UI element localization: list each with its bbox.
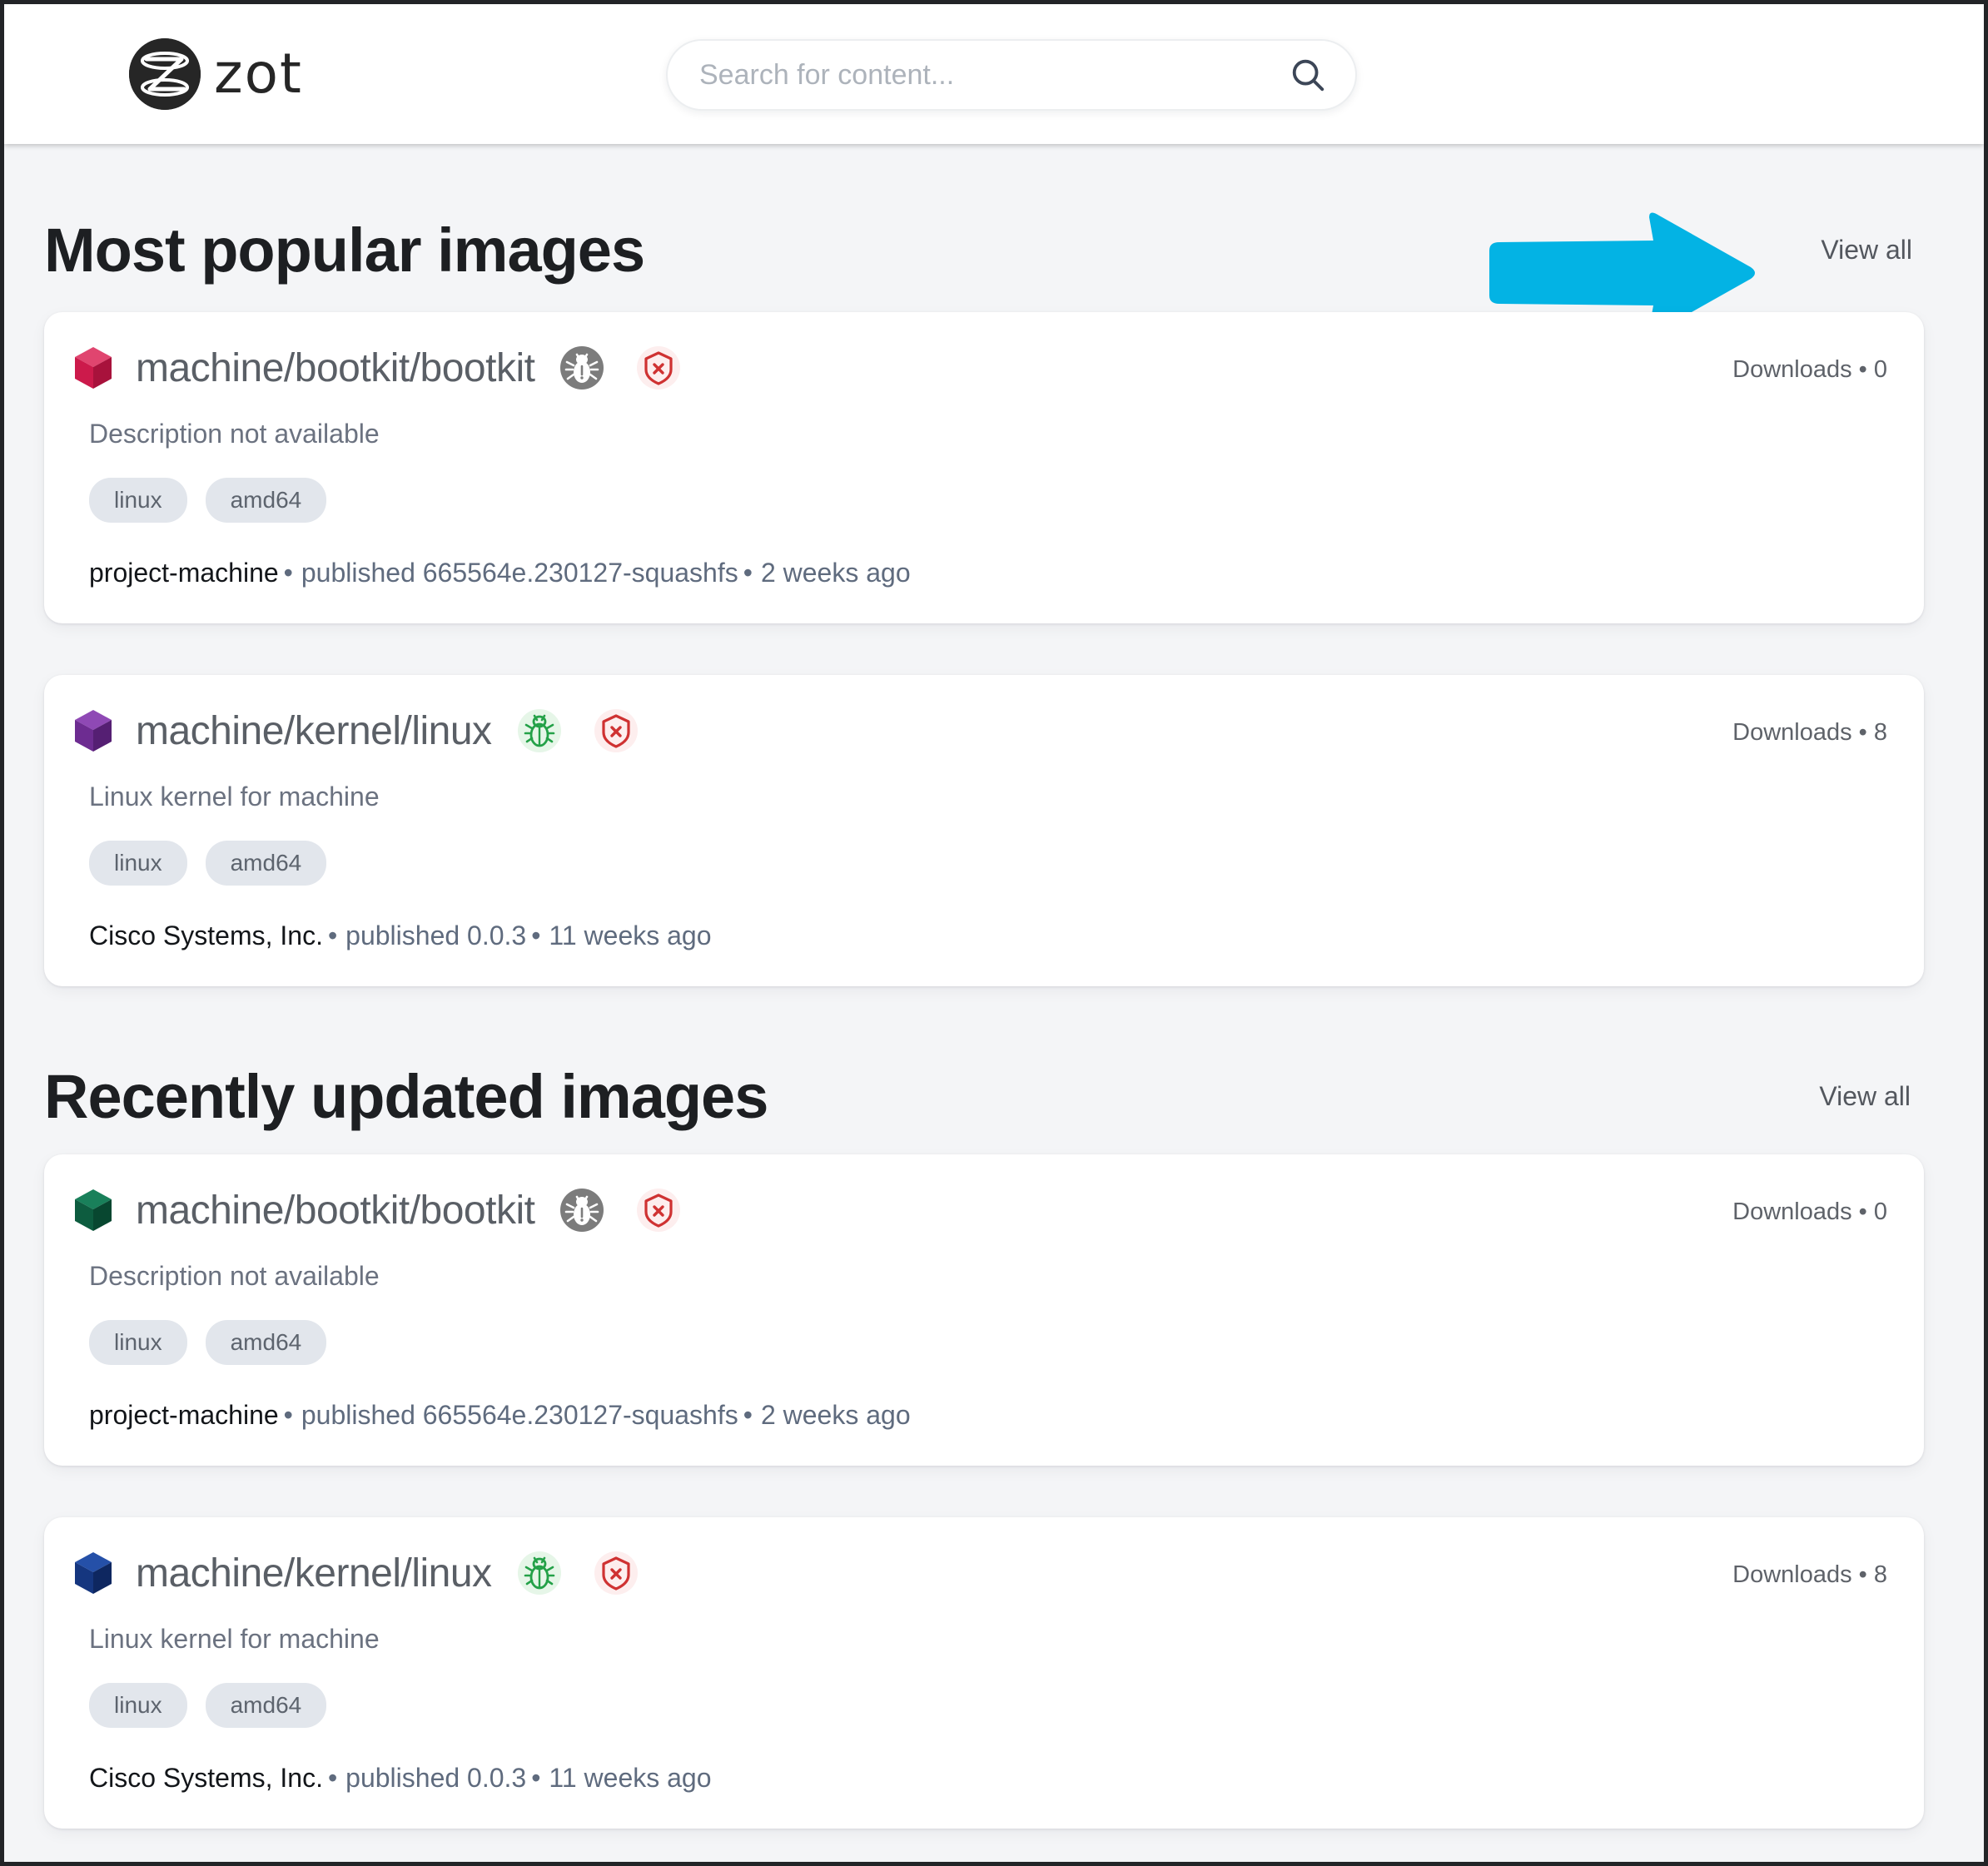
vendor-name: Cisco Systems, Inc. bbox=[89, 1763, 323, 1793]
image-description: Linux kernel for machine bbox=[89, 782, 380, 811]
downloads-count: Downloads • 8 bbox=[1732, 718, 1887, 746]
view-all-link-most-popular[interactable]: View all bbox=[1821, 235, 1924, 266]
repo-name-link[interactable]: machine/kernel/linux bbox=[136, 708, 492, 754]
tag-os[interactable]: linux bbox=[89, 841, 187, 886]
cube-icon bbox=[72, 1551, 114, 1596]
repo-name-link[interactable]: machine/bootkit/bootkit bbox=[136, 1188, 535, 1233]
shield-unverified-icon[interactable] bbox=[633, 342, 684, 394]
app-window: zot Most popular images bbox=[0, 0, 1988, 1866]
cube-icon bbox=[72, 345, 114, 390]
downloads-count: Downloads • 8 bbox=[1732, 1561, 1887, 1588]
bug-unknown-icon[interactable] bbox=[556, 342, 608, 394]
image-meta: project-machine • published 665564e.2301… bbox=[89, 558, 1887, 588]
cube-icon bbox=[72, 708, 114, 753]
meta-separator: • bbox=[743, 1400, 753, 1430]
cube-icon bbox=[72, 1188, 114, 1233]
tag-list: linux amd64 bbox=[89, 1683, 1887, 1728]
meta-separator: • bbox=[283, 558, 293, 588]
search-bar[interactable] bbox=[666, 39, 1357, 111]
section-header-most-popular: Most popular images View all bbox=[44, 187, 1924, 334]
vendor-name: project-machine bbox=[89, 558, 279, 588]
image-meta: Cisco Systems, Inc. • published 0.0.3 • … bbox=[89, 921, 1887, 951]
shield-unverified-icon[interactable] bbox=[633, 1184, 684, 1236]
meta-separator: • bbox=[327, 1763, 338, 1793]
repo-name-link[interactable]: machine/bootkit/bootkit bbox=[136, 345, 535, 391]
page-title: Most popular images bbox=[44, 215, 645, 285]
last-updated: 11 weeks ago bbox=[549, 1763, 712, 1793]
app-header: zot bbox=[4, 4, 1984, 144]
zot-circle-logo-icon bbox=[129, 38, 201, 110]
image-card[interactable]: machine/bootkit/bootkit Downloads • 0 De… bbox=[44, 1154, 1924, 1466]
zot-logo[interactable]: zot bbox=[129, 38, 303, 110]
bug-unknown-icon[interactable] bbox=[556, 1184, 608, 1236]
main-content: Most popular images View all machine/boo… bbox=[4, 187, 1984, 1829]
tag-os[interactable]: linux bbox=[89, 1320, 187, 1365]
tag-os[interactable]: linux bbox=[89, 1683, 187, 1728]
tag-arch[interactable]: amd64 bbox=[205, 1683, 327, 1728]
meta-separator: • bbox=[283, 1400, 293, 1430]
tag-arch[interactable]: amd64 bbox=[205, 1320, 327, 1365]
tag-list: linux amd64 bbox=[89, 1320, 1887, 1365]
section-header-recently-updated: Recently updated images View all bbox=[44, 1038, 1924, 1154]
section-title: Recently updated images bbox=[44, 1061, 768, 1131]
image-card[interactable]: machine/kernel/linux Downloads • 8 Linux… bbox=[44, 1517, 1924, 1829]
meta-separator: • bbox=[327, 921, 338, 950]
tag-arch[interactable]: amd64 bbox=[205, 478, 327, 523]
downloads-count: Downloads • 0 bbox=[1732, 355, 1887, 383]
tag-list: linux amd64 bbox=[89, 478, 1887, 523]
vendor-name: Cisco Systems, Inc. bbox=[89, 921, 323, 950]
bug-ok-icon[interactable] bbox=[514, 705, 565, 757]
search-input[interactable] bbox=[699, 58, 1289, 92]
repo-name-link[interactable]: machine/kernel/linux bbox=[136, 1551, 492, 1596]
bug-ok-icon[interactable] bbox=[514, 1547, 565, 1599]
downloads-count: Downloads • 0 bbox=[1732, 1198, 1887, 1225]
image-card[interactable]: machine/kernel/linux Downloads • 8 Linux… bbox=[44, 675, 1924, 986]
zot-logo-text: zot bbox=[214, 42, 303, 106]
last-updated: 2 weeks ago bbox=[760, 1400, 911, 1430]
last-updated: 11 weeks ago bbox=[549, 921, 712, 950]
published-version: published 665564e.230127-squashfs bbox=[301, 1400, 738, 1430]
shield-unverified-icon[interactable] bbox=[590, 705, 642, 757]
meta-separator: • bbox=[531, 921, 541, 950]
last-updated: 2 weeks ago bbox=[760, 558, 911, 588]
shield-unverified-icon[interactable] bbox=[590, 1547, 642, 1599]
image-meta: project-machine • published 665564e.2301… bbox=[89, 1400, 1887, 1431]
search-icon[interactable] bbox=[1289, 56, 1327, 94]
meta-separator: • bbox=[531, 1763, 541, 1793]
published-version: published 665564e.230127-squashfs bbox=[301, 558, 738, 588]
image-description: Linux kernel for machine bbox=[89, 1624, 380, 1654]
view-all-link-recently-updated[interactable]: View all bbox=[1819, 1081, 1924, 1112]
published-version: published 0.0.3 bbox=[345, 1763, 527, 1793]
image-description: Description not available bbox=[89, 419, 380, 449]
published-version: published 0.0.3 bbox=[345, 921, 527, 950]
tag-os[interactable]: linux bbox=[89, 478, 187, 523]
tag-list: linux amd64 bbox=[89, 841, 1887, 886]
image-meta: Cisco Systems, Inc. • published 0.0.3 • … bbox=[89, 1763, 1887, 1794]
image-description: Description not available bbox=[89, 1261, 380, 1291]
meta-separator: • bbox=[743, 558, 753, 588]
vendor-name: project-machine bbox=[89, 1400, 279, 1430]
image-card[interactable]: machine/bootkit/bootkit Downloads • 0 De… bbox=[44, 312, 1924, 623]
tag-arch[interactable]: amd64 bbox=[205, 841, 327, 886]
